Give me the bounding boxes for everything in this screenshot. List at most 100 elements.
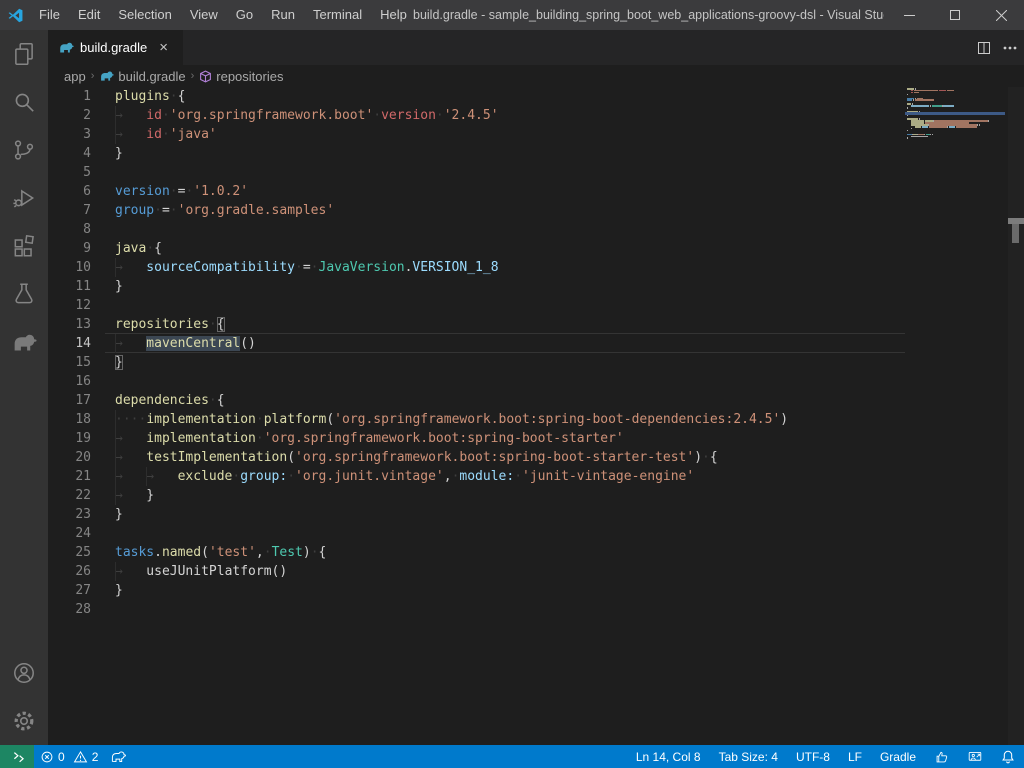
settings-icon[interactable] (0, 697, 48, 745)
source-control-icon[interactable] (0, 126, 48, 174)
testing-icon[interactable] (0, 270, 48, 318)
menu-help[interactable]: Help (371, 0, 416, 30)
line-number[interactable]: 15 (48, 353, 91, 372)
code-line[interactable]: } (115, 277, 123, 296)
line-number[interactable]: 2 (48, 106, 91, 125)
line-number[interactable]: 23 (48, 505, 91, 524)
language-mode[interactable]: Gradle (871, 745, 925, 768)
remote-indicator[interactable] (0, 745, 34, 768)
code-line[interactable]: } (115, 353, 123, 372)
accounts-icon[interactable] (0, 649, 48, 697)
code-line[interactable]: →useJUnitPlatform() (115, 562, 287, 581)
line-number[interactable]: 4 (48, 144, 91, 163)
feedback-thumb-icon[interactable] (925, 745, 958, 768)
line-number[interactable]: 13 (48, 315, 91, 334)
menu-terminal[interactable]: Terminal (304, 0, 371, 30)
line-number[interactable]: 1 (48, 87, 91, 106)
menu-file[interactable]: File (30, 0, 69, 30)
code-line[interactable]: ····implementation·platform('org.springf… (115, 410, 788, 429)
indentation[interactable]: Tab Size: 4 (710, 745, 787, 768)
line-number[interactable]: 27 (48, 581, 91, 600)
more-actions-icon[interactable] (1002, 40, 1018, 56)
minimap-line (907, 130, 908, 132)
code-line[interactable]: repositories·{ (115, 315, 225, 334)
line-number[interactable]: 24 (48, 524, 91, 543)
line-number[interactable]: 9 (48, 239, 91, 258)
line-number[interactable]: 7 (48, 201, 91, 220)
menu-run[interactable]: Run (262, 0, 304, 30)
minimize-button[interactable] (886, 0, 932, 30)
extensions-icon[interactable] (0, 222, 48, 270)
code-token: { (154, 241, 162, 256)
explorer-icon[interactable] (0, 30, 48, 78)
line-number[interactable]: 3 (48, 125, 91, 144)
eol-sequence[interactable]: LF (839, 745, 871, 768)
menu-go[interactable]: Go (227, 0, 262, 30)
minimap[interactable] (905, 87, 1005, 745)
tab-close-icon[interactable]: × (159, 40, 168, 55)
tab-build-gradle[interactable]: build.gradle × (48, 30, 183, 65)
title-bar: FileEditSelectionViewGoRunTerminalHelp b… (0, 0, 1024, 30)
line-number[interactable]: 6 (48, 182, 91, 201)
line-number[interactable]: 11 (48, 277, 91, 296)
code-editor[interactable]: 1234567891011121314151617181920212223242… (48, 87, 1024, 745)
line-number[interactable]: 14 (48, 334, 91, 353)
line-number[interactable]: 16 (48, 372, 91, 391)
line-number[interactable]: 20 (48, 448, 91, 467)
run-and-debug-icon[interactable] (0, 174, 48, 222)
code-line[interactable]: →mavenCentral() (115, 334, 256, 353)
cursor-position[interactable]: Ln 14, Col 8 (627, 745, 710, 768)
code-line[interactable]: →id·'java' (115, 125, 217, 144)
code-line[interactable]: } (115, 144, 123, 163)
breadcrumb-item-symbol[interactable]: repositories (199, 69, 283, 84)
line-number[interactable]: 5 (48, 163, 91, 182)
menu-selection[interactable]: Selection (109, 0, 180, 30)
overview-ruler-selection-mark (1012, 224, 1019, 243)
code-line[interactable]: →} (115, 486, 154, 505)
encoding[interactable]: UTF-8 (787, 745, 839, 768)
menu-view[interactable]: View (181, 0, 227, 30)
gradle-icon[interactable] (0, 318, 48, 366)
line-number[interactable]: 17 (48, 391, 91, 410)
code-line[interactable]: tasks.named('test',·Test)·{ (115, 543, 326, 562)
breadcrumb-item-file[interactable]: build.gradle (99, 69, 185, 84)
line-number[interactable]: 18 (48, 410, 91, 429)
vscode-logo-icon[interactable] (0, 7, 30, 24)
line-number[interactable]: 25 (48, 543, 91, 562)
problems-indicator[interactable]: 0 2 (34, 745, 104, 768)
code-line[interactable]: dependencies·{ (115, 391, 225, 410)
code-token: } (115, 355, 123, 370)
breadcrumb-item-app[interactable]: app (64, 69, 86, 84)
code-line[interactable]: →testImplementation('org.springframework… (115, 448, 718, 467)
code-line[interactable]: version·=·'1.0.2' (115, 182, 248, 201)
line-number[interactable]: 10 (48, 258, 91, 277)
search-icon[interactable] (0, 78, 48, 126)
code-line[interactable]: java·{ (115, 239, 162, 258)
live-share-icon[interactable] (958, 745, 992, 768)
line-number[interactable]: 28 (48, 600, 91, 619)
line-number[interactable]: 19 (48, 429, 91, 448)
code-line[interactable]: →id·'org.springframework.boot'·version·'… (115, 106, 499, 125)
split-editor-icon[interactable] (976, 40, 992, 56)
line-number[interactable]: 26 (48, 562, 91, 581)
overview-ruler[interactable] (1008, 87, 1024, 745)
menu-edit[interactable]: Edit (69, 0, 109, 30)
space-whitespace-icon: · (264, 545, 272, 560)
line-number[interactable]: 8 (48, 220, 91, 239)
indent-guide (115, 429, 116, 448)
code-line[interactable]: group·=·'org.gradle.samples' (115, 201, 334, 220)
notifications-bell-icon[interactable] (992, 745, 1024, 768)
line-number[interactable]: 22 (48, 486, 91, 505)
line-number[interactable]: 12 (48, 296, 91, 315)
maximize-button[interactable] (932, 0, 978, 30)
space-whitespace-icon: · (514, 469, 522, 484)
code-line[interactable]: } (115, 505, 123, 524)
code-line[interactable]: plugins·{ (115, 87, 185, 106)
code-line[interactable]: →implementation·'org.springframework.boo… (115, 429, 624, 448)
gradle-task-indicator[interactable] (104, 745, 132, 768)
code-line[interactable]: →sourceCompatibility·=·JavaVersion.VERSI… (115, 258, 499, 277)
line-number[interactable]: 21 (48, 467, 91, 486)
code-line[interactable]: →→exclude·group:·'org.junit.vintage',·mo… (115, 467, 694, 486)
close-button[interactable] (978, 0, 1024, 30)
code-line[interactable]: } (115, 581, 123, 600)
